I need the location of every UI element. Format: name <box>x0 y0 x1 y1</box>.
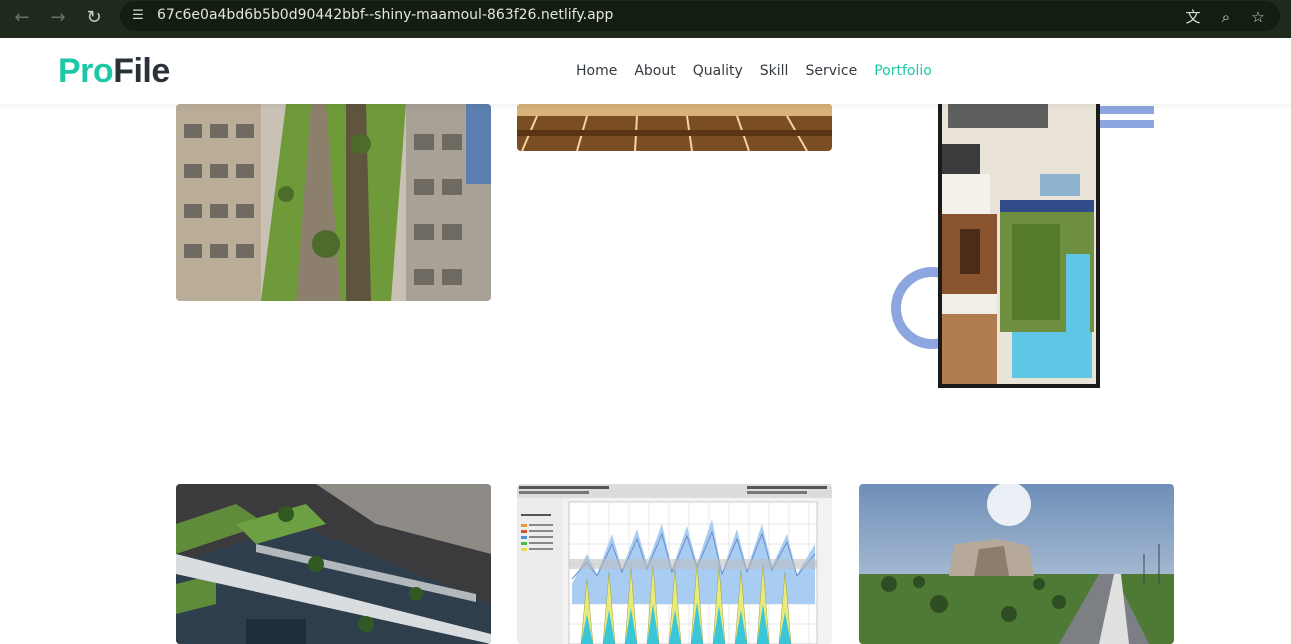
arrow-right-icon[interactable]: → <box>44 4 72 32</box>
portfolio-item-interior[interactable] <box>517 104 832 151</box>
landscape-render-image <box>859 484 1174 644</box>
tune-icon[interactable]: ☰ <box>129 7 147 25</box>
nav-about[interactable]: About <box>634 63 675 79</box>
main-nav: Home About Quality Skill Service Portfol… <box>576 63 932 79</box>
url-text[interactable]: 67c6e0a4bd6b5b0d90442bbf--shiny-maamoul-… <box>157 7 613 23</box>
bridge-render-image <box>176 484 491 644</box>
energy-chart-image <box>517 484 832 644</box>
nav-service[interactable]: Service <box>805 63 857 79</box>
zoom-icon[interactable]: ⌕ <box>1215 6 1237 28</box>
decor-stripe <box>1098 120 1154 128</box>
decor-stripe <box>1098 106 1154 114</box>
floor-plan-image <box>891 104 1154 388</box>
nav-portfolio[interactable]: Portfolio <box>874 63 932 79</box>
portfolio-item-energy-chart[interactable] <box>517 484 832 644</box>
portfolio-item-landscape[interactable] <box>859 484 1174 644</box>
translate-icon[interactable]: 文 <box>1182 6 1204 28</box>
logo-file: File <box>113 52 170 90</box>
star-icon[interactable]: ☆ <box>1247 6 1269 28</box>
address-bar[interactable]: ☰ 67c6e0a4bd6b5b0d90442bbf--shiny-maamou… <box>120 1 1280 31</box>
arrow-left-icon[interactable]: ← <box>8 4 36 32</box>
interior-render-image <box>517 104 832 151</box>
nav-quality[interactable]: Quality <box>693 63 743 79</box>
logo[interactable]: ProFile <box>58 52 170 91</box>
portfolio-item-bridge[interactable] <box>176 484 491 644</box>
portfolio-item-courtyard[interactable] <box>176 104 491 301</box>
nav-home[interactable]: Home <box>576 63 617 79</box>
nav-skill[interactable]: Skill <box>760 63 789 79</box>
reload-icon[interactable]: ↻ <box>80 4 108 32</box>
site-header: ProFile Home About Quality Skill Service… <box>0 38 1291 104</box>
browser-toolbar: ← → ↻ ☰ 67c6e0a4bd6b5b0d90442bbf--shiny-… <box>0 0 1291 38</box>
portfolio-item-floor-plan[interactable] <box>880 104 1160 394</box>
logo-pro: Pro <box>58 52 114 90</box>
courtyard-render-image <box>176 104 491 301</box>
